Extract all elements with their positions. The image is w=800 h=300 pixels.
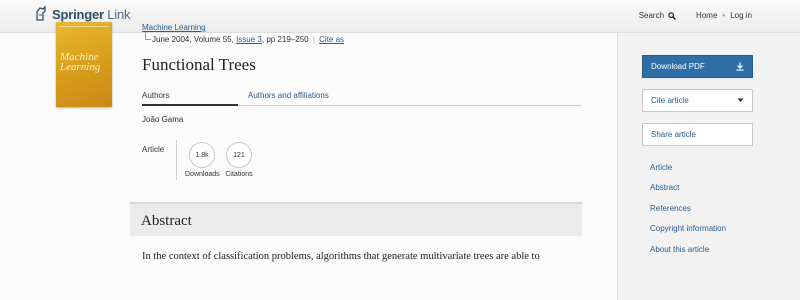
header-nav: Search Home • Log in xyxy=(639,11,752,20)
article-title: Functional Trees xyxy=(142,55,256,74)
journal-cover[interactable]: Machine Learning xyxy=(56,22,112,107)
metrics-divider xyxy=(176,140,177,180)
logo-link: Link xyxy=(107,6,131,22)
meta-pipe: | xyxy=(312,35,315,44)
sidebar-link-article[interactable]: Article xyxy=(650,163,726,183)
nav-separator: • xyxy=(722,11,726,20)
springerlink-logo[interactable]: Springer Link xyxy=(34,6,131,22)
download-icon xyxy=(736,62,744,71)
pages: , pp 219–250 xyxy=(261,35,309,44)
login-link[interactable]: Log in xyxy=(730,11,752,20)
downloads-count: 1.8k xyxy=(189,142,215,168)
springer-horse-icon xyxy=(36,6,46,21)
downloads-metric: 1.8k Downloads xyxy=(185,142,220,178)
cover-title: Machine Learning xyxy=(60,51,101,73)
search-button[interactable]: Search xyxy=(638,11,677,20)
article-type-label: Article xyxy=(142,145,165,154)
cite-article-label: Cite article xyxy=(651,96,689,105)
abstract-heading: Abstract xyxy=(141,213,192,229)
sidebar-link-about[interactable]: About this article xyxy=(650,245,726,265)
abstract-header: Abstract xyxy=(130,202,582,236)
share-article-button[interactable]: Share article xyxy=(642,123,753,146)
site-header: Springer Link Search Home • Log in xyxy=(0,0,800,33)
journal-link[interactable]: Machine Learning xyxy=(142,23,206,32)
author-tabs: Authors Authors and affiliations xyxy=(142,90,582,106)
download-pdf-label: Download PDF xyxy=(651,62,705,71)
author-name[interactable]: João Gama xyxy=(142,115,183,124)
citations-label: Citations xyxy=(225,171,253,178)
date-volume: June 2004, Volume 55, xyxy=(152,35,234,44)
chevron-down-icon xyxy=(737,98,744,102)
tab-authors[interactable]: Authors xyxy=(142,91,238,106)
citations-metric[interactable]: 121 Citations xyxy=(222,142,256,178)
sidebar-link-references[interactable]: References xyxy=(650,204,726,224)
abstract-text: In the context of classification problem… xyxy=(142,251,540,262)
cite-article-button[interactable]: Cite article xyxy=(642,89,753,112)
search-label: Search xyxy=(638,11,665,20)
cover-rule xyxy=(59,26,109,27)
sidebar-link-abstract[interactable]: Abstract xyxy=(650,183,726,203)
article-meta: Machine Learning June 2004, Volume 55, I… xyxy=(142,23,344,44)
share-article-label: Share article xyxy=(651,130,696,139)
tab-authors-affiliations[interactable]: Authors and affiliations xyxy=(248,91,329,100)
sidebar: Download PDF Cite article Share article … xyxy=(617,33,800,300)
issue-link[interactable]: Issue 3 xyxy=(236,35,262,44)
downloads-label: Downloads xyxy=(185,171,220,178)
sidebar-link-copyright[interactable]: Copyright information xyxy=(650,224,726,244)
download-pdf-button[interactable]: Download PDF xyxy=(642,55,753,78)
search-icon xyxy=(668,11,677,20)
citation-line: June 2004, Volume 55, Issue 3, pp 219–25… xyxy=(142,32,344,44)
article-nav-links: Article Abstract References Copyright in… xyxy=(650,163,726,265)
cite-as-link[interactable]: Cite as xyxy=(319,35,344,44)
citations-count: 121 xyxy=(226,142,252,168)
home-link[interactable]: Home xyxy=(696,11,717,20)
logo-springer: Springer xyxy=(52,6,104,22)
